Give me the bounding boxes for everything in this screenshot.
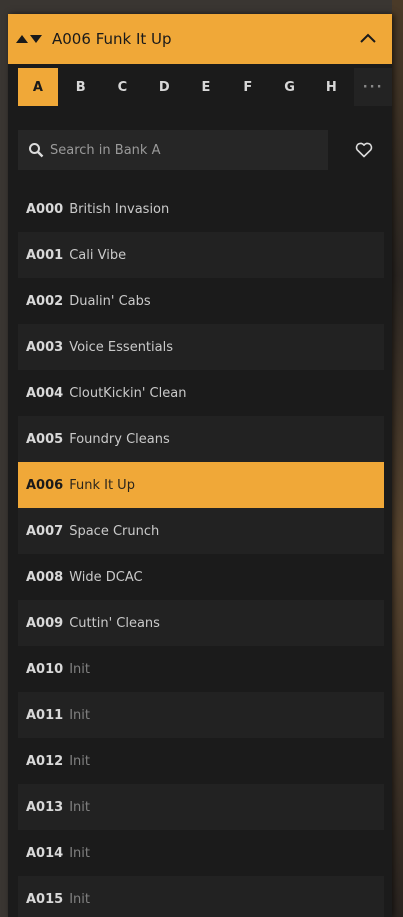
preset-name: Init: [69, 799, 90, 815]
preset-name: Cuttin' Cleans: [69, 615, 160, 631]
current-preset-title: A006 Funk It Up: [52, 30, 172, 48]
preset-row[interactable]: A003 Voice Essentials: [18, 324, 384, 370]
preset-number: A009: [26, 615, 64, 631]
preset-row[interactable]: A015 Init: [18, 876, 384, 917]
preset-name: CloutKickin' Clean: [69, 385, 187, 401]
tab-bank-e[interactable]: E: [187, 68, 225, 106]
tab-bank-d[interactable]: D: [145, 68, 183, 106]
search-input[interactable]: Search in Bank A: [18, 130, 328, 170]
preset-row[interactable]: A011 Init: [18, 692, 384, 738]
preset-browser-panel: A006 Funk It Up A B C D E F G H ··· Search in Ba…: [8, 14, 392, 917]
preset-row[interactable]: A014 Init: [18, 830, 384, 876]
preset-number: A015: [26, 891, 64, 907]
preset-number: A003: [26, 339, 64, 355]
preset-number: A012: [26, 753, 64, 769]
preset-row[interactable]: A007 Space Crunch: [18, 508, 384, 554]
preset-number: A011: [26, 707, 64, 723]
background-strip: [392, 0, 403, 917]
bank-tabs: A B C D E F G H ···: [8, 64, 392, 110]
preset-name: Dualin' Cabs: [69, 293, 151, 309]
search-icon: [29, 143, 44, 158]
tab-bank-a[interactable]: A: [18, 68, 58, 106]
favorites-heart-button[interactable]: [344, 130, 384, 170]
tab-bank-f[interactable]: F: [229, 68, 267, 106]
tab-bank-b[interactable]: B: [62, 68, 100, 106]
preset-name: Funk It Up: [69, 477, 135, 493]
preset-number: A005: [26, 431, 64, 447]
preset-number: A007: [26, 523, 64, 539]
preset-name: Space Crunch: [69, 523, 160, 539]
preset-row[interactable]: A000 British Invasion: [18, 186, 384, 232]
preset-row[interactable]: A006 Funk It Up: [18, 462, 384, 508]
preset-name: Wide DCAC: [69, 569, 143, 585]
tab-more[interactable]: ···: [354, 68, 392, 106]
preset-number: A001: [26, 247, 64, 263]
preset-row[interactable]: A010 Init: [18, 646, 384, 692]
preset-name: Init: [69, 845, 90, 861]
collapse-chevron-up-icon[interactable]: [356, 26, 380, 50]
current-preset-code: A006: [52, 30, 91, 48]
preset-number: A006: [26, 477, 64, 493]
heart-icon: [355, 142, 373, 158]
preset-number: A013: [26, 799, 64, 815]
preset-number: A000: [26, 201, 64, 217]
preset-name: Foundry Cleans: [69, 431, 170, 447]
search-placeholder: Search in Bank A: [50, 142, 161, 158]
up-down-arrows-icon[interactable]: [16, 33, 42, 45]
preset-name: Init: [69, 707, 90, 723]
preset-row[interactable]: A012 Init: [18, 738, 384, 784]
preset-row[interactable]: A009 Cuttin' Cleans: [18, 600, 384, 646]
tab-bank-h[interactable]: H: [312, 68, 350, 106]
preset-row[interactable]: A002 Dualin' Cabs: [18, 278, 384, 324]
preset-row[interactable]: A008 Wide DCAC: [18, 554, 384, 600]
preset-name: Init: [69, 753, 90, 769]
preset-name: Voice Essentials: [69, 339, 173, 355]
preset-row[interactable]: A004 CloutKickin' Clean: [18, 370, 384, 416]
preset-row[interactable]: A005 Foundry Cleans: [18, 416, 384, 462]
preset-name: Cali Vibe: [69, 247, 127, 263]
preset-number: A002: [26, 293, 64, 309]
preset-list: A000 British Invasion A001 Cali Vibe A002 Dua…: [18, 186, 384, 917]
preset-row[interactable]: A013 Init: [18, 784, 384, 830]
preset-name: Init: [69, 661, 90, 677]
tab-bank-g[interactable]: G: [271, 68, 309, 106]
preset-name: British Invasion: [69, 201, 170, 217]
preset-number: A010: [26, 661, 64, 677]
current-preset-name: Funk It Up: [95, 30, 172, 48]
preset-number: A004: [26, 385, 64, 401]
preset-header[interactable]: A006 Funk It Up: [8, 14, 392, 64]
preset-number: A014: [26, 845, 64, 861]
preset-row[interactable]: A001 Cali Vibe: [18, 232, 384, 278]
preset-name: Init: [69, 891, 90, 907]
preset-number: A008: [26, 569, 64, 585]
tab-bank-c[interactable]: C: [104, 68, 142, 106]
